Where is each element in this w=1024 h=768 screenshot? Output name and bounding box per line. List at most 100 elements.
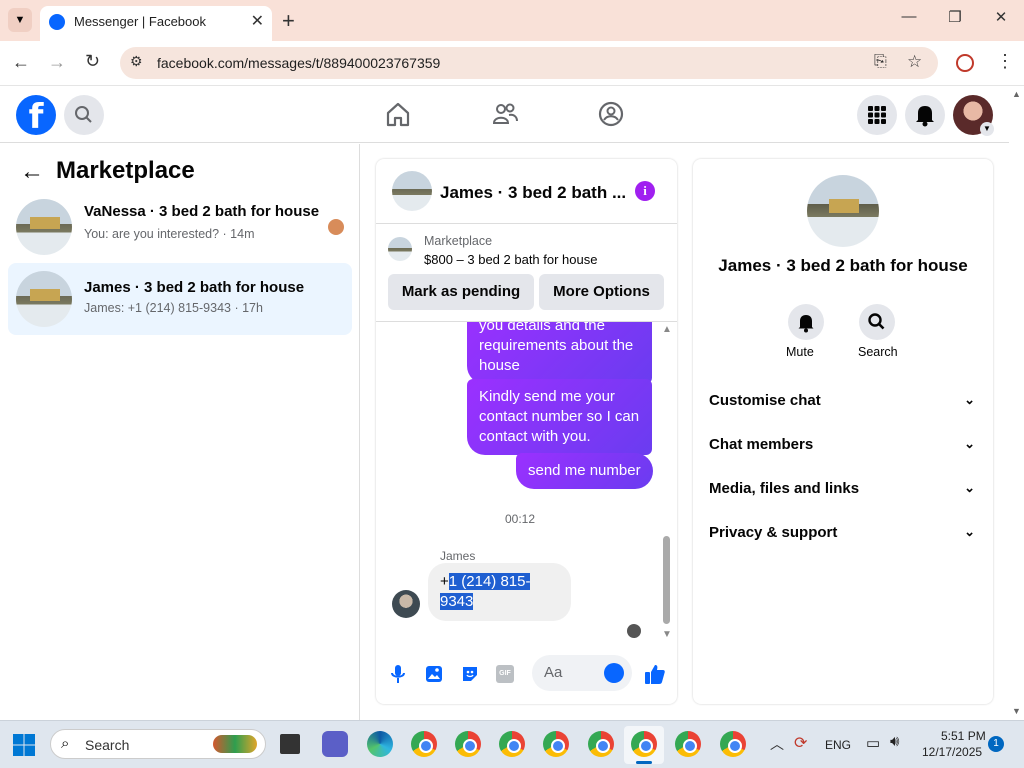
outgoing-message: Kindly send me your contact number so I …: [467, 379, 652, 455]
chevron-down-icon: ⌄: [964, 436, 975, 451]
scroll-up-arrow-icon[interactable]: ▲: [662, 324, 672, 335]
info-icon[interactable]: i: [635, 181, 655, 201]
tab-search-dropdown-icon[interactable]: ▼: [8, 8, 32, 32]
listing-thumbnail[interactable]: [388, 237, 412, 261]
windows-start-icon[interactable]: [12, 733, 36, 757]
browser-tab[interactable]: Messenger | Facebook ✕: [40, 6, 272, 41]
bookmark-star-icon[interactable]: ☆: [907, 52, 922, 72]
sender-avatar[interactable]: [392, 590, 420, 618]
page-scroll-up-icon[interactable]: ▲: [1012, 89, 1021, 99]
chrome-profile-icon[interactable]: [720, 731, 746, 757]
network-sync-icon[interactable]: ⟳: [794, 733, 807, 753]
conversation-name: VaNessa · 3 bed 2 bath for house: [84, 203, 320, 220]
friends-nav-icon[interactable]: [491, 100, 519, 128]
read-receipt-avatar: [627, 624, 641, 638]
chrome-profile-icon[interactable]: [588, 731, 614, 757]
back-arrow-icon[interactable]: ←: [20, 158, 44, 186]
incoming-message[interactable]: +1 (214) 815-9343: [428, 563, 571, 621]
scroll-down-arrow-icon[interactable]: ▼: [662, 629, 672, 640]
conversation-item[interactable]: VaNessa · 3 bed 2 bath for house You: ar…: [8, 195, 352, 259]
chrome-profile-icon[interactable]: [455, 731, 481, 757]
listing-detail[interactable]: $800 – 3 bed 2 bath for house: [424, 252, 597, 267]
site-info-icon[interactable]: ⚙: [130, 53, 143, 70]
outgoing-message: send me number: [516, 453, 653, 489]
conversation-name: James · 3 bed 2 bath for house: [84, 279, 305, 296]
listing-source: Marketplace: [424, 234, 493, 248]
search-icon: ⌕: [61, 735, 70, 752]
listing-thumbnail: [16, 271, 72, 327]
chrome-icon[interactable]: [411, 731, 437, 757]
conversation-preview: You: are you interested? · 14m: [84, 227, 255, 241]
chat-header-avatar[interactable]: [392, 171, 432, 211]
maximize-window-icon[interactable]: ❐: [932, 8, 978, 32]
gif-icon[interactable]: GIF: [496, 665, 514, 683]
profile-icon[interactable]: [956, 54, 974, 72]
contact-avatar[interactable]: [807, 175, 879, 247]
task-view-icon[interactable]: [280, 734, 300, 754]
back-icon[interactable]: ←: [12, 52, 30, 73]
minimize-window-icon[interactable]: —: [886, 8, 932, 32]
language-indicator[interactable]: ENG: [825, 738, 851, 752]
mute-button[interactable]: [788, 304, 824, 340]
chrome-profile-icon-active[interactable]: [631, 731, 657, 757]
meet-app-icon[interactable]: [322, 731, 348, 757]
chat-header-title[interactable]: James · 3 bed 2 bath ...: [440, 183, 626, 203]
new-tab-icon[interactable]: +: [282, 8, 295, 34]
sticker-icon[interactable]: [460, 664, 480, 684]
customise-chat-section[interactable]: Customise chat ⌄: [709, 392, 979, 409]
search-button[interactable]: [64, 95, 104, 135]
search-label: Search: [858, 345, 898, 359]
volume-icon[interactable]: 🔊︎: [890, 733, 899, 750]
bell-icon: [798, 315, 814, 333]
edge-icon[interactable]: [367, 731, 393, 757]
install-app-icon[interactable]: ⎘: [874, 53, 887, 71]
section-label: Media, files and links: [709, 480, 860, 497]
section-label: Chat members: [709, 436, 814, 453]
search-icon: [868, 313, 885, 330]
listing-thumbnail: [16, 199, 72, 255]
tab-title: Messenger | Facebook: [74, 14, 206, 29]
url-text[interactable]: facebook.com/messages/t/889400023767359: [157, 55, 440, 71]
search-conversation-button[interactable]: [859, 304, 895, 340]
close-window-icon[interactable]: ✕: [978, 8, 1024, 32]
media-files-links-section[interactable]: Media, files and links ⌄: [709, 480, 979, 497]
seen-avatar: [328, 219, 344, 235]
thumbs-up-icon[interactable]: [643, 662, 667, 686]
show-hidden-icons-icon[interactable]: ︿: [770, 734, 784, 754]
microphone-icon[interactable]: [388, 663, 408, 685]
conversation-item-selected[interactable]: James · 3 bed 2 bath for house James: +1…: [8, 263, 352, 335]
chrome-profile-icon[interactable]: [543, 731, 569, 757]
clock-time[interactable]: 5:51 PM: [941, 729, 986, 743]
header-divider: [376, 223, 677, 224]
notifications-button[interactable]: [905, 95, 945, 135]
display-icon[interactable]: ▭: [866, 734, 880, 752]
forward-icon[interactable]: →: [48, 52, 66, 73]
more-options-button[interactable]: More Options: [539, 274, 664, 310]
groups-nav-icon[interactable]: [597, 100, 625, 128]
mark-as-pending-button[interactable]: Mark as pending: [388, 274, 534, 310]
page-scroll-down-icon[interactable]: ▼: [1012, 706, 1021, 716]
taskbar-search-box[interactable]: ⌕ Search: [50, 729, 266, 759]
grid-icon: [868, 106, 886, 124]
privacy-support-section[interactable]: Privacy & support ⌄: [709, 524, 979, 541]
message-scrollbar-thumb[interactable]: [663, 536, 670, 624]
reload-icon[interactable]: ↻: [85, 51, 100, 72]
chat-members-section[interactable]: Chat members ⌄: [709, 436, 979, 453]
photo-icon[interactable]: [424, 664, 444, 684]
chrome-profile-icon[interactable]: [675, 731, 701, 757]
home-nav-icon[interactable]: [384, 100, 412, 128]
message-input[interactable]: Aa: [532, 655, 632, 691]
facebook-logo-icon[interactable]: f: [16, 95, 56, 135]
message-list[interactable]: you details and the requirements about t…: [376, 322, 677, 644]
account-dropdown-icon[interactable]: ▼: [980, 122, 994, 136]
chrome-profile-icon[interactable]: [499, 731, 525, 757]
browser-menu-icon[interactable]: ⋮: [996, 51, 1014, 72]
bell-icon: [916, 106, 934, 127]
close-tab-icon[interactable]: ✕: [251, 11, 264, 31]
notification-badge[interactable]: 1: [988, 736, 1004, 752]
sender-name: James: [440, 549, 476, 563]
outgoing-message: you details and the requirements about t…: [467, 322, 652, 384]
menu-grid-button[interactable]: [857, 95, 897, 135]
clock-date[interactable]: 12/17/2025: [922, 745, 982, 759]
emoji-icon[interactable]: [604, 663, 624, 683]
